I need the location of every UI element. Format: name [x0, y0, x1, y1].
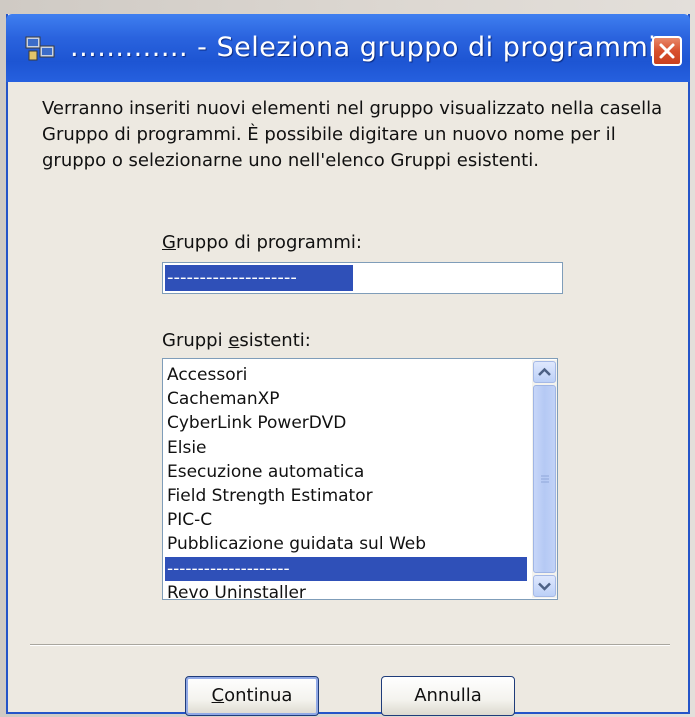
group-field-label: Gruppo di programmi: — [162, 232, 362, 253]
list-item[interactable]: -------------------- — [165, 556, 527, 581]
scroll-up-button[interactable] — [533, 361, 556, 383]
list-items: Accessori CachemanXP CyberLink PowerDVD Els… — [165, 363, 527, 599]
description-text: Verranno inseriti nuovi elementi nel gru… — [42, 98, 663, 171]
scroll-thumb[interactable] — [533, 385, 556, 573]
chevron-down-icon — [538, 582, 551, 591]
list-item[interactable]: Elsie — [165, 436, 527, 460]
existing-groups-label: Gruppi esistenti: — [162, 330, 311, 351]
list-item[interactable]: Field Strength Estimator — [165, 484, 527, 508]
list-item[interactable]: PIC-C — [165, 508, 527, 532]
window-title: ............. - Seleziona gruppo di prog… — [70, 32, 657, 63]
grip-icon — [541, 475, 549, 483]
list-item[interactable]: Revo Uninstaller — [165, 581, 527, 599]
close-button[interactable] — [652, 36, 682, 66]
scroll-down-button[interactable] — [533, 575, 556, 597]
list-item[interactable]: Accessori — [165, 363, 527, 387]
list-item[interactable]: Esecuzione automatica — [165, 460, 527, 484]
list-item[interactable]: CyberLink PowerDVD — [165, 411, 527, 435]
program-group-icon — [25, 36, 55, 61]
close-icon — [659, 43, 675, 59]
title-bar[interactable]: ............. - Seleziona gruppo di prog… — [6, 14, 690, 82]
continue-button[interactable]: Continua — [185, 676, 319, 716]
list-item[interactable]: CachemanXP — [165, 387, 527, 411]
list-item[interactable]: Pubblicazione guidata sul Web — [165, 532, 527, 556]
list-scrollbar[interactable] — [532, 360, 557, 598]
group-name-input[interactable]: -------------------- — [162, 262, 563, 294]
chevron-up-icon — [538, 367, 551, 376]
existing-groups-list[interactable]: Accessori CachemanXP CyberLink PowerDVD Els… — [162, 358, 558, 600]
separator — [30, 644, 670, 646]
cancel-button[interactable]: Annulla — [381, 676, 515, 716]
dialog-window: ............. - Seleziona gruppo di prog… — [6, 14, 690, 716]
group-name-value: -------------------- — [165, 265, 353, 291]
